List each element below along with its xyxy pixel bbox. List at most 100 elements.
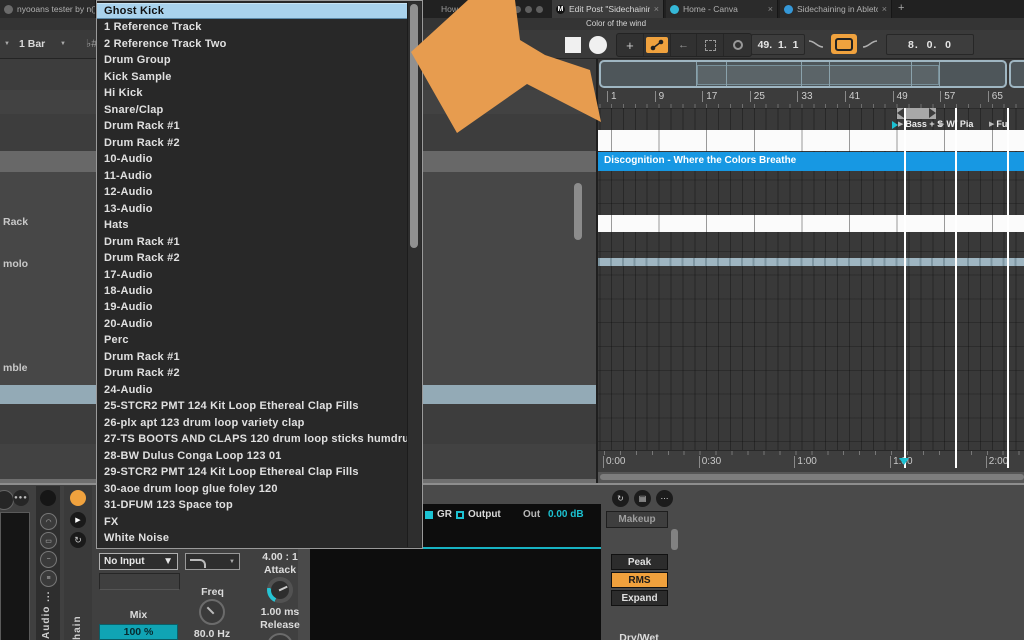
tab-label: Home - Canva: [683, 4, 738, 14]
dropdown-item[interactable]: 29-STCR2 PMT 124 Kit Loop Ethereal Clap …: [97, 464, 409, 480]
dropdown-item[interactable]: Drum Rack #2: [97, 250, 409, 266]
dropdown-item[interactable]: 30-aoe drum loop glue foley 120: [97, 481, 409, 497]
locator-flag-icon: ▶: [898, 119, 903, 130]
dropdown-item[interactable]: 27-TS BOOTS AND CLAPS 120 drum loop stic…: [97, 431, 409, 447]
dropdown-item[interactable]: 19-Audio: [97, 299, 409, 315]
dropdown-item[interactable]: Drum Rack #2: [97, 365, 409, 381]
loop-brace[interactable]: [897, 108, 936, 119]
mix-value[interactable]: 100 %: [99, 624, 178, 640]
dropdown-item[interactable]: 12-Audio: [97, 184, 409, 200]
expand-button[interactable]: Expand: [611, 590, 668, 606]
device-activator-icon[interactable]: [70, 490, 86, 506]
minus-icon[interactable]: −: [40, 551, 57, 568]
dropdown-item[interactable]: 17-Audio: [97, 267, 409, 283]
dropdown-item[interactable]: Drum Group: [97, 52, 409, 68]
draw-mode-button[interactable]: [697, 34, 724, 56]
arrangement-position-display[interactable]: 49. 1. 1: [751, 34, 805, 55]
track-dropdown-list: Ghost Kick1 Reference Track2 Reference T…: [97, 3, 409, 546]
dropdown-item[interactable]: Kick Sample: [97, 69, 409, 85]
quantize-menu[interactable]: 1 Bar: [19, 38, 45, 50]
follow-button[interactable]: [724, 34, 751, 56]
overview-divider: [911, 62, 912, 86]
clip-lane-slim[interactable]: [598, 258, 1024, 266]
gr-label[interactable]: GR: [437, 509, 452, 520]
new-tab-button[interactable]: +: [898, 2, 904, 14]
dropdown-item[interactable]: Ghost Kick: [97, 3, 409, 19]
hot-swap-icon[interactable]: ↻: [70, 532, 86, 548]
save-preset-icon[interactable]: ▤: [634, 490, 651, 507]
dropdown-item[interactable]: Perc: [97, 332, 409, 348]
dropdown-item[interactable]: 10-Audio: [97, 151, 409, 167]
tab-close-icon[interactable]: ×: [882, 4, 887, 14]
record-arm-icon[interactable]: ▭: [40, 532, 57, 549]
dropdown-item[interactable]: Drum Rack #1: [97, 234, 409, 250]
out-value[interactable]: 0.00 dB: [548, 509, 584, 520]
dropdown-item[interactable]: 18-Audio: [97, 283, 409, 299]
chevron-down-icon[interactable]: ▼: [60, 41, 66, 47]
loop-button[interactable]: [831, 34, 857, 54]
sidechain-input-select[interactable]: No Input ▼: [99, 553, 178, 570]
track-routing-dropdown: Ghost Kick1 Reference Track2 Reference T…: [96, 0, 423, 549]
mix-label: Mix: [99, 609, 178, 621]
audio-clip[interactable]: Discognition - Where the Colors Breathe: [598, 152, 1024, 171]
dropdown-item[interactable]: 1 Reference Track: [97, 19, 409, 35]
overview-divider: [801, 62, 802, 86]
dropdown-item[interactable]: 25-STCR2 PMT 124 Kit Loop Ethereal Clap …: [97, 398, 409, 414]
clip-lane-white[interactable]: [598, 215, 1024, 232]
track-name-fragment: molo: [3, 258, 28, 270]
dropdown-item[interactable]: Drum Rack #2: [97, 135, 409, 151]
browser-tab[interactable]: Home - Canva ×: [666, 0, 778, 18]
tab-close-icon[interactable]: ×: [768, 4, 773, 14]
browser-tab-left[interactable]: nyooans tester by n() ×: [0, 0, 96, 18]
output-label[interactable]: Output: [468, 509, 501, 520]
more-options-icon[interactable]: ●●●: [13, 490, 29, 506]
dropdown-item[interactable]: 24-Audio: [97, 382, 409, 398]
makeup-button[interactable]: Makeup: [606, 511, 668, 528]
dropdown-item[interactable]: 20-Audio: [97, 316, 409, 332]
rms-button[interactable]: RMS: [611, 572, 668, 588]
browser-tab[interactable]: Sidechaining in Ableton 12: A×: [780, 0, 892, 18]
play-icon[interactable]: ▶: [70, 512, 86, 528]
punch-in-button[interactable]: [806, 35, 826, 53]
horizontal-scrollbar[interactable]: [600, 474, 1024, 480]
freq-value[interactable]: 80.0 Hz: [180, 628, 244, 640]
dropdown-item[interactable]: Snare/Clap: [97, 102, 409, 118]
eq-filter-select[interactable]: ▼: [185, 553, 240, 570]
left-panel-scrollbar[interactable]: [574, 183, 582, 240]
back-to-arrangement-button[interactable]: ←: [671, 34, 698, 56]
chain-activator-icon[interactable]: [40, 490, 56, 506]
dropdown-item[interactable]: Drum Rack #1: [97, 118, 409, 134]
punch-out-button[interactable]: [860, 35, 880, 53]
dropdown-item[interactable]: 26-plx apt 123 drum loop variety clap: [97, 415, 409, 431]
time-ruler[interactable]: 0:000:301:001:302:00: [598, 450, 1024, 473]
dropdown-item[interactable]: 31-DFUM 123 Space top: [97, 497, 409, 513]
dropdown-item[interactable]: 28-BW Dulus Conga Loop 123 01: [97, 448, 409, 464]
sidechain-sub-select[interactable]: [99, 573, 180, 590]
overview-divider: [726, 62, 727, 86]
arrangement-overview-end[interactable]: [1009, 60, 1024, 88]
peak-button[interactable]: Peak: [611, 554, 668, 570]
dropdown-item[interactable]: 13-Audio: [97, 201, 409, 217]
dropdown-item[interactable]: FX: [97, 514, 409, 530]
dropdown-item[interactable]: Hats: [97, 217, 409, 233]
more-options-icon[interactable]: ⋯: [656, 490, 673, 507]
bar-number: 57: [940, 91, 955, 102]
attack-value[interactable]: 1.00 ms: [250, 606, 310, 618]
locator[interactable]: ▶Fu: [989, 119, 1007, 130]
loop-length-display[interactable]: 8. 0. 0: [886, 34, 974, 55]
hot-swap-icon[interactable]: ↻: [612, 490, 629, 507]
dropdown-item[interactable]: Hi Kick: [97, 85, 409, 101]
output-indicator-icon[interactable]: [456, 511, 464, 519]
gr-indicator-icon[interactable]: [425, 511, 433, 519]
dropdown-item[interactable]: 11-Audio: [97, 168, 409, 184]
fade-out-icon: [808, 39, 824, 49]
device-scrollbar[interactable]: [671, 529, 678, 550]
chevron-down-icon[interactable]: ▼: [4, 41, 10, 47]
attack-knob[interactable]: [267, 577, 293, 603]
hot-swap-icon[interactable]: ◠: [40, 513, 57, 530]
freq-knob[interactable]: [199, 599, 225, 625]
ratio-value[interactable]: 4.00 : 1: [250, 551, 310, 563]
dropdown-item[interactable]: Drum Rack #1: [97, 349, 409, 365]
dropdown-item[interactable]: 2 Reference Track Two: [97, 36, 409, 52]
dropdown-item[interactable]: White Noise: [97, 530, 409, 546]
